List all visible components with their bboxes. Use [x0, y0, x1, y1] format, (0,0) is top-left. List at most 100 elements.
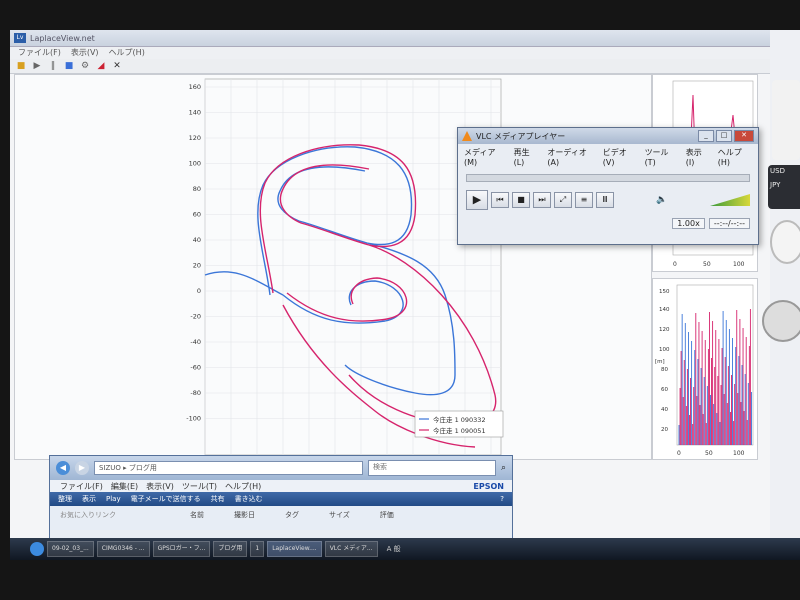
clock-gadget[interactable]: [770, 220, 800, 264]
y-tick-label: 160: [189, 83, 201, 91]
side-bottom-xtick-0: 0: [677, 450, 681, 457]
task-item-7[interactable]: VLC メディア...: [324, 541, 378, 557]
speaker-icon[interactable]: 🔈: [656, 195, 667, 205]
side-top-xtick-1: 50: [703, 261, 711, 268]
search-icon[interactable]: ⌕: [501, 463, 506, 473]
maximize-icon[interactable]: □: [716, 130, 732, 142]
side-bottom-ytick-6: 40: [661, 407, 668, 413]
explorer-window: ◀ ▶ SIZUO ▸ ブログ用 ⌕ ファイル(F) 編集(E) 表示(V) ツ…: [49, 455, 513, 548]
task-item-4[interactable]: ブログ用: [213, 541, 248, 557]
play-icon[interactable]: ▶: [32, 61, 42, 71]
task-item-3[interactable]: GPSロガー・フ...: [152, 541, 211, 557]
exp-menu-help[interactable]: ヘルプ(H): [225, 481, 261, 492]
equalizer-button[interactable]: Ⅲ: [596, 192, 614, 208]
play-button[interactable]: ▶: [466, 190, 488, 210]
playlist-button[interactable]: ≡: [575, 192, 593, 208]
main-menubar: ファイル(F) 表示(V) ヘルプ(H): [10, 47, 770, 59]
exp-menu-view[interactable]: 表示(V): [146, 481, 174, 492]
cmd-share[interactable]: 共有: [211, 494, 225, 504]
col-date[interactable]: 撮影日: [234, 510, 255, 520]
taskbar: 09-02_03_... CIMG0346 - ... GPSロガー・フ... …: [10, 538, 800, 560]
calendar-gadget[interactable]: [772, 80, 800, 160]
main-window-title: LaplaceView.net: [30, 33, 95, 43]
vlc-seek-bar[interactable]: [466, 174, 750, 182]
cmd-view[interactable]: 表示: [82, 494, 96, 504]
settings-icon[interactable]: ⚙: [80, 61, 90, 71]
y-tick-label: -100: [186, 415, 201, 423]
vlc-menu-audio[interactable]: オーディオ (A): [547, 147, 594, 167]
side-top-xtick-2: 100: [733, 261, 745, 268]
task-item-6[interactable]: LaplaceView....: [267, 541, 322, 557]
y-tick-label: 80: [193, 185, 201, 193]
col-name[interactable]: 名前: [190, 510, 204, 520]
col-tag[interactable]: タグ: [285, 510, 299, 520]
vlc-controls: ▶ ⏮ ■ ⏭ ⤢ ≡ Ⅲ 🔈: [458, 186, 758, 214]
task-item-5[interactable]: 1: [250, 541, 265, 557]
back-arrow-icon[interactable]: ◀: [56, 461, 70, 475]
menu-help[interactable]: ヘルプ(H): [109, 47, 145, 59]
search-input[interactable]: [367, 460, 496, 476]
exp-menu-file[interactable]: ファイル(F): [60, 481, 103, 492]
vlc-window-buttons: _ □ ✕: [698, 130, 758, 142]
vlc-titlebar[interactable]: VLC メディアプレイヤー _ □ ✕: [458, 128, 758, 144]
close-x-icon[interactable]: ✕: [112, 61, 122, 71]
plot-legend: 今庄走 1 090332 今庄走 1 090051: [414, 410, 504, 438]
vlc-speed: 1.00x: [672, 218, 705, 229]
col-size[interactable]: サイズ: [329, 510, 350, 520]
vlc-menu-video[interactable]: ビデオ (V): [603, 147, 637, 167]
vlc-menu-help[interactable]: ヘルプ (H): [718, 147, 752, 167]
tray-ime[interactable]: A 般: [387, 544, 401, 554]
explorer-navbar: ◀ ▶ SIZUO ▸ ブログ用 ⌕: [50, 456, 512, 480]
open-folder-icon[interactable]: ■: [16, 61, 26, 71]
side-bottom-ytick-7: 20: [661, 427, 668, 433]
cpu-meter-gadget[interactable]: [762, 300, 800, 342]
vlc-menu-media[interactable]: メディア (M): [464, 147, 506, 167]
y-tick-label: -60: [190, 364, 201, 372]
cmd-organize[interactable]: 整理: [58, 494, 72, 504]
y-tick-label: -80: [190, 389, 201, 397]
vlc-menu-playback[interactable]: 再生 (L): [514, 147, 540, 167]
side-bottom-xtick-2: 100: [733, 450, 745, 457]
fullscreen-button[interactable]: ⤢: [554, 192, 572, 208]
y-tick-label: 140: [189, 109, 201, 117]
vlc-title: VLC メディアプレイヤー: [476, 131, 566, 141]
vlc-menu-view[interactable]: 表示 (I): [686, 147, 710, 167]
currency-gadget[interactable]: USD JPY: [768, 165, 800, 209]
task-item-2[interactable]: CIMG0346 - ...: [96, 541, 150, 557]
side-top-xtick-0: 0: [673, 261, 677, 268]
col-rating[interactable]: 評価: [380, 510, 394, 520]
cmd-email[interactable]: 電子メールで送信する: [131, 494, 201, 504]
main-titlebar[interactable]: Lv LaplaceView.net: [10, 30, 770, 47]
y-tick-label: 100: [189, 160, 201, 168]
vlc-statusbar: 1.00x --:--/--:--: [458, 214, 758, 233]
stop-button[interactable]: ■: [512, 192, 530, 208]
forward-arrow-icon[interactable]: ▶: [75, 461, 89, 475]
y-tick-label: -40: [190, 338, 201, 346]
exp-menu-tools[interactable]: ツール(T): [182, 481, 217, 492]
app-icon: Lv: [14, 33, 26, 43]
y-axis-ticks: 160 140 120 100 80 60 40 20 0 -20 -40 -60 -80 -100: [186, 83, 201, 423]
exp-menu-edit[interactable]: 編集(E): [111, 481, 138, 492]
minimize-icon[interactable]: _: [698, 130, 714, 142]
next-button[interactable]: ⏭: [533, 192, 551, 208]
menu-file[interactable]: ファイル(F): [18, 47, 61, 59]
vlc-menu-tools[interactable]: ツール (T): [645, 147, 678, 167]
previous-button[interactable]: ⏮: [491, 192, 509, 208]
cmd-burn[interactable]: 書き込む: [235, 494, 263, 504]
start-orb-icon[interactable]: [30, 542, 44, 556]
volume-slider[interactable]: [710, 194, 750, 206]
stop-icon[interactable]: ■: [64, 61, 74, 71]
help-icon[interactable]: ?: [500, 495, 504, 503]
favorites-links[interactable]: お気に入りリンク: [60, 510, 160, 520]
side-bottom-unit: [m]: [655, 359, 665, 365]
pause-icon[interactable]: ‖: [48, 61, 58, 71]
side-plot-bottom: 150 140 120 100 80 60 40 20 [m] 0 50 100: [652, 278, 758, 460]
side-bottom-ytick-1: 140: [659, 307, 670, 313]
cmd-play[interactable]: Play: [106, 495, 121, 503]
close-icon[interactable]: ✕: [734, 130, 754, 142]
address-bar[interactable]: SIZUO ▸ ブログ用: [94, 461, 363, 475]
task-item-1[interactable]: 09-02_03_...: [47, 541, 94, 557]
explorer-column-headers: お気に入りリンク 名前 撮影日 タグ サイズ 評価: [50, 506, 512, 524]
chart-icon[interactable]: ◢: [96, 61, 106, 71]
menu-view[interactable]: 表示(V): [71, 47, 99, 59]
